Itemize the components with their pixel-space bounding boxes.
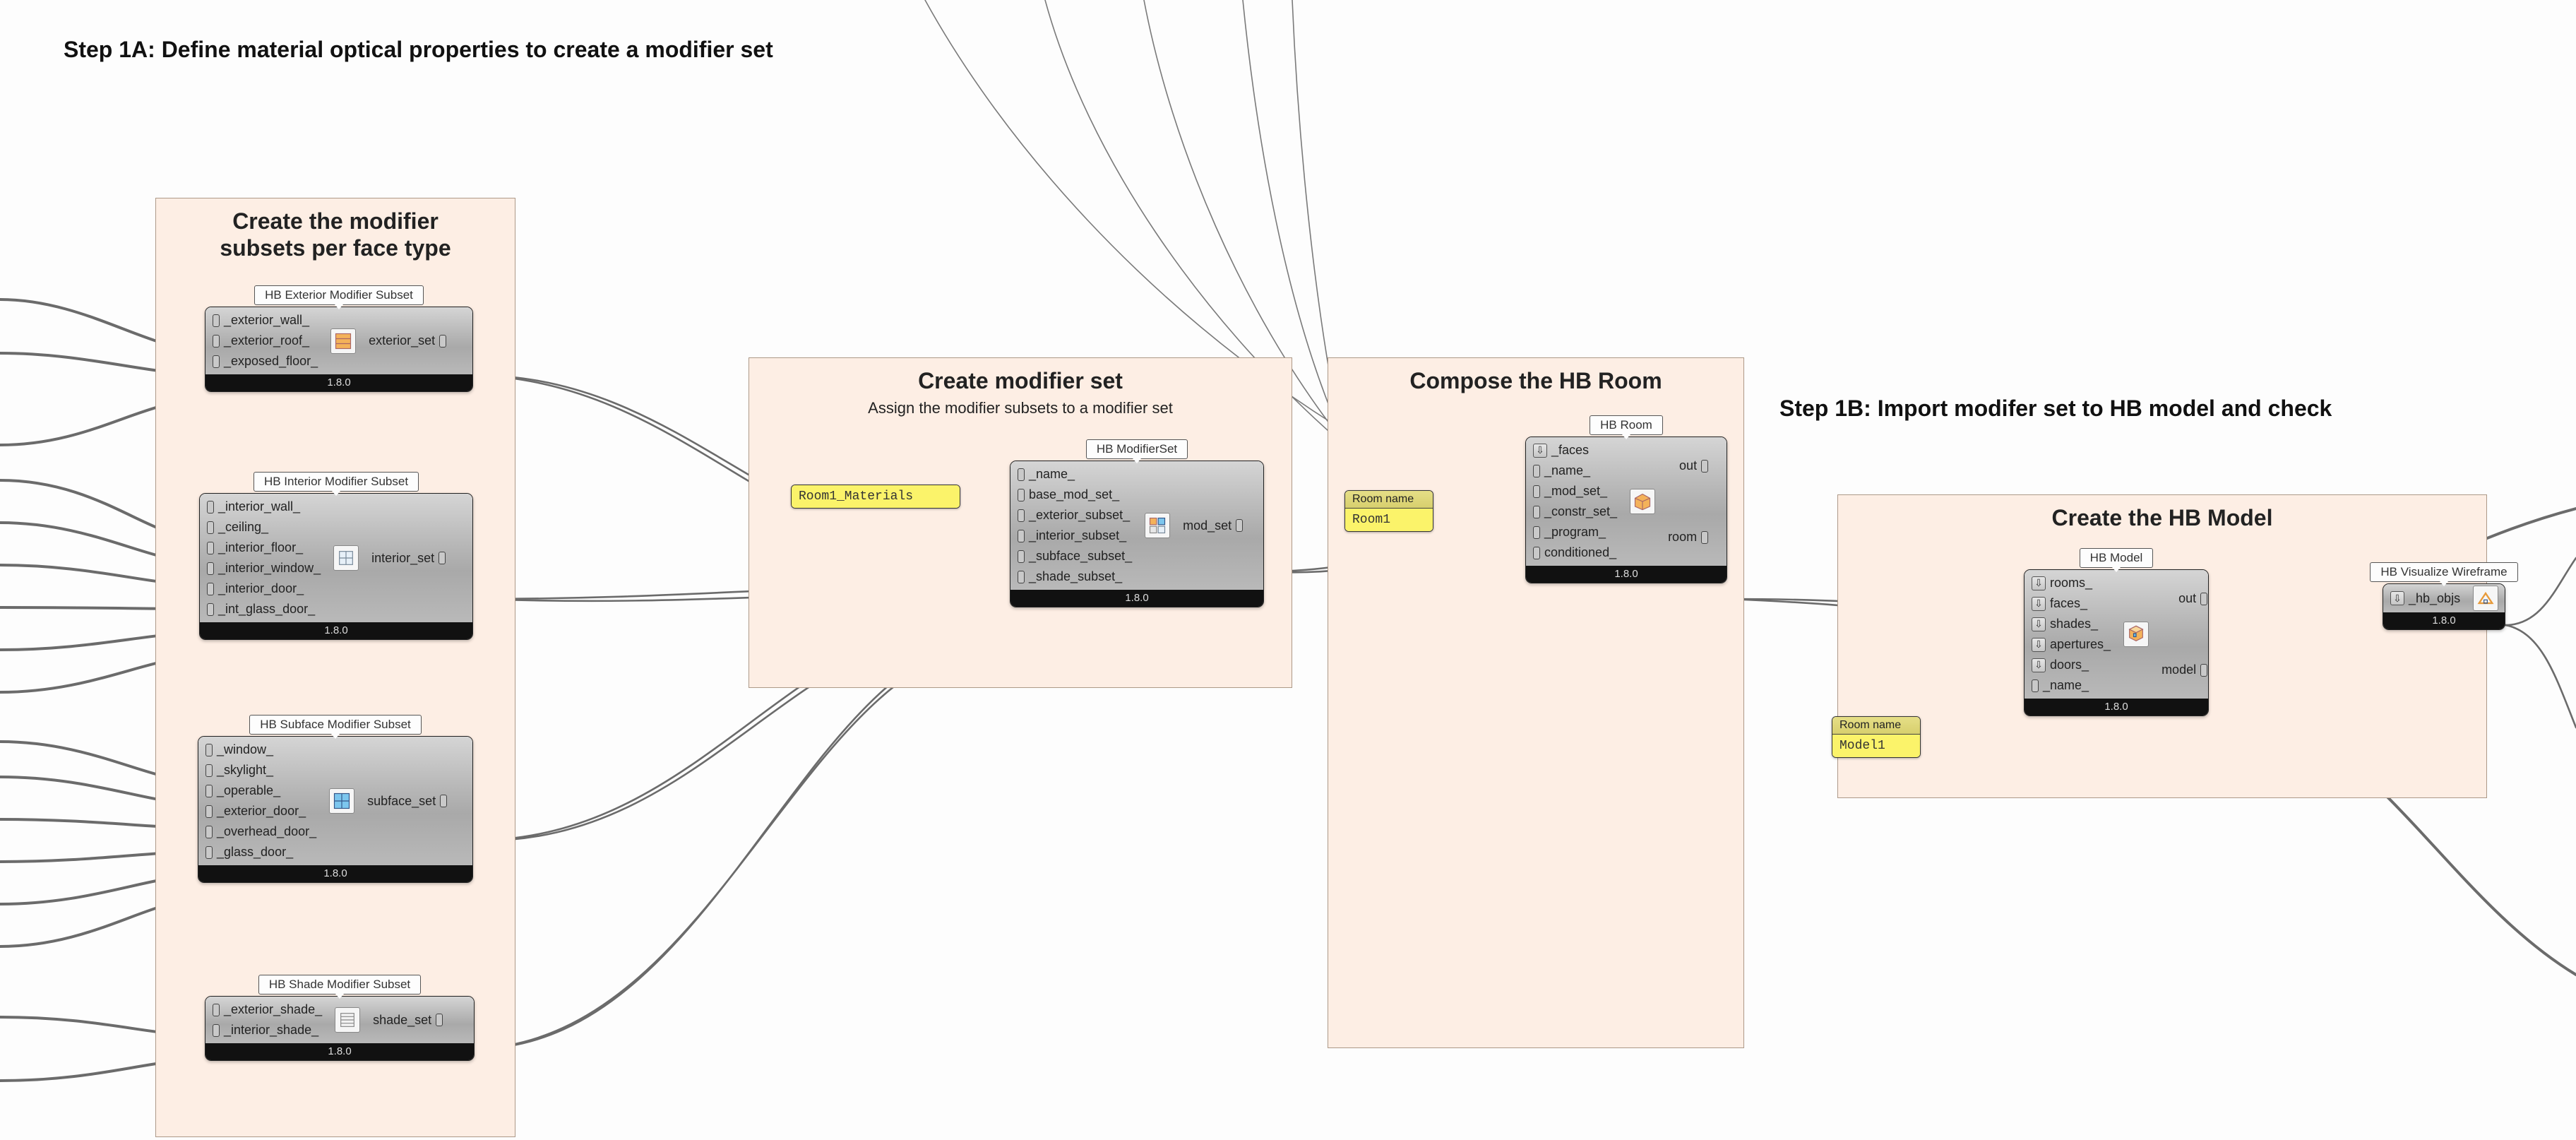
interior-subset-icon [333, 545, 359, 571]
panel-model-name[interactable]: Room name Model1 [1832, 716, 1921, 758]
port-subface-subset[interactable]: _subface_subset_ [1010, 546, 1139, 566]
port-interior-window[interactable]: _interior_window_ [200, 558, 328, 578]
hb-room-icon [1630, 489, 1655, 514]
port-exterior-roof[interactable]: _exterior_roof_ [205, 331, 316, 351]
port-interior-door[interactable]: _interior_door_ [200, 578, 311, 599]
port-model-rooms[interactable]: ⇩rooms_ [2025, 573, 2099, 593]
panel-model-name-body[interactable]: Model1 [1832, 735, 1920, 757]
port-room-name[interactable]: _name_ [1526, 461, 1597, 481]
component-hb-interior-modifier-subset[interactable]: HB Interior Modifier Subset _interior_wa… [199, 472, 473, 640]
hb-model-icon [2123, 622, 2149, 647]
port-mod-set-out[interactable]: mod_set [1176, 516, 1250, 536]
version-label: 1.8.0 [2025, 699, 2208, 716]
tag-hb-modifier-set: HB ModifierSet [1086, 439, 1188, 459]
modifier-set-icon [1145, 513, 1170, 538]
port-viz-geo[interactable]: geo [2504, 588, 2505, 609]
port-model-doors[interactable]: ⇩doors_ [2025, 655, 2096, 675]
port-room-room[interactable]: room [1661, 527, 1715, 547]
port-shade-set-out[interactable]: shade_set [366, 1010, 450, 1031]
version-label: 1.8.0 [2383, 612, 2505, 629]
version-label: 1.8.0 [1010, 590, 1263, 607]
tag-hb-model: HB Model [2080, 548, 2154, 568]
port-room-out[interactable]: out [1672, 456, 1715, 476]
tag-hb-room: HB Room [1590, 415, 1663, 435]
step1a-heading: Step 1A: Define material optical propert… [64, 37, 773, 63]
port-int-glass-door[interactable]: _int_glass_door_ [200, 599, 322, 619]
port-shade-subset[interactable]: _shade_subset_ [1010, 566, 1129, 587]
port-room-conditioned[interactable]: conditioned_ [1526, 542, 1623, 563]
component-hb-model[interactable]: HB Model ⇩rooms_ ⇩faces_ ⇩shades_ ⇩apert… [2024, 548, 2209, 716]
tag-hb-visualize-wireframe: HB Visualize Wireframe [2370, 562, 2517, 582]
port-exterior-door[interactable]: _exterior_door_ [198, 801, 313, 821]
port-exterior-shade[interactable]: _exterior_shade_ [205, 999, 329, 1020]
version-label: 1.8.0 [200, 622, 472, 639]
panel-room-name[interactable]: Room name Room1 [1344, 490, 1433, 532]
version-label: 1.8.0 [205, 1043, 474, 1060]
panel-room-name-body[interactable]: Room1 [1345, 509, 1433, 531]
port-exposed-floor[interactable]: _exposed_floor_ [205, 351, 325, 372]
port-exterior-wall[interactable]: _exterior_wall_ [205, 310, 316, 331]
port-viz-hb-objs[interactable]: ⇩_hb_objs [2383, 588, 2467, 609]
port-model-spacer [2200, 609, 2209, 660]
panel-room1-materials[interactable]: Room1_Materials [791, 485, 960, 509]
port-interior-wall[interactable]: _interior_wall_ [200, 497, 307, 517]
port-room-constr-set[interactable]: _constr_set_ [1526, 501, 1624, 522]
port-operable[interactable]: _operable_ [198, 780, 287, 801]
port-exterior-set-out[interactable]: exterior_set [362, 331, 453, 351]
component-hb-modifier-set[interactable]: HB ModifierSet _name_ base_mod_set_ _ext… [1010, 439, 1264, 607]
port-room-program[interactable]: _program_ [1526, 522, 1613, 542]
port-glass-door[interactable]: _glass_door_ [198, 842, 300, 862]
port-model-model[interactable]: model [2154, 660, 2209, 680]
port-model-out[interactable]: out [2171, 588, 2209, 609]
group-room-title: Compose the HB Room [1328, 358, 1743, 395]
port-skylight[interactable]: _skylight_ [198, 760, 280, 780]
exterior-subset-icon [330, 328, 356, 354]
port-room-spacer [1701, 476, 1715, 527]
port-model-name[interactable]: _name_ [2025, 675, 2096, 696]
subface-subset-icon [329, 788, 354, 814]
component-hb-exterior-modifier-subset[interactable]: HB Exterior Modifier Subset _exterior_wa… [205, 285, 473, 392]
tag-hb-shade-modifier-subset: HB Shade Modifier Subset [258, 975, 421, 994]
port-ceiling[interactable]: _ceiling_ [200, 517, 275, 538]
group-model-title: Create the HB Model [1838, 495, 2486, 532]
component-hb-subface-modifier-subset[interactable]: HB Subface Modifier Subset _window_ _sky… [198, 715, 473, 883]
panel-room-name-head: Room name [1345, 491, 1433, 509]
version-label: 1.8.0 [198, 865, 472, 882]
version-label: 1.8.0 [205, 374, 472, 391]
port-interior-subset[interactable]: _interior_subset_ [1010, 526, 1133, 546]
component-hb-room[interactable]: HB Room ⇩_faces _name_ _mod_set_ _constr… [1525, 415, 1727, 583]
port-model-apertures[interactable]: ⇩apertures_ [2025, 634, 2118, 655]
port-model-faces[interactable]: ⇩faces_ [2025, 593, 2094, 614]
shade-subset-icon [335, 1007, 360, 1033]
port-interior-floor[interactable]: _interior_floor_ [200, 538, 310, 558]
group-modset-subtitle: Assign the modifier subsets to a modifie… [749, 395, 1292, 417]
port-window[interactable]: _window_ [198, 740, 280, 760]
tag-hb-interior-modifier-subset: HB Interior Modifier Subset [254, 472, 419, 492]
port-base-mod-set[interactable]: base_mod_set_ [1010, 485, 1126, 505]
port-room-mod-set[interactable]: _mod_set_ [1526, 481, 1614, 501]
component-hb-shade-modifier-subset[interactable]: HB Shade Modifier Subset _exterior_shade… [205, 975, 475, 1061]
port-room-faces[interactable]: ⇩_faces [1526, 440, 1596, 461]
version-label: 1.8.0 [1526, 566, 1727, 583]
panel-model-name-head: Room name [1832, 717, 1920, 735]
step1b-heading: Step 1B: Import modifer set to HB model … [1779, 396, 2332, 422]
group-subsets-title-l2: subsets per face type [220, 235, 451, 261]
port-modset-name[interactable]: _name_ [1010, 464, 1082, 485]
port-interior-shade[interactable]: _interior_shade_ [205, 1020, 326, 1040]
component-hb-visualize-wireframe[interactable]: HB Visualize Wireframe ⇩_hb_objs geo 1.8… [2383, 562, 2505, 630]
panel-room1-materials-body[interactable]: Room1_Materials [792, 485, 960, 508]
port-model-shades[interactable]: ⇩shades_ [2025, 614, 2105, 634]
tag-hb-exterior-modifier-subset: HB Exterior Modifier Subset [254, 285, 424, 305]
group-subsets-title-l1: Create the modifier [232, 208, 439, 234]
tag-hb-subface-modifier-subset: HB Subface Modifier Subset [249, 715, 422, 735]
port-overhead-door[interactable]: _overhead_door_ [198, 821, 323, 842]
port-exterior-subset[interactable]: _exterior_subset_ [1010, 505, 1137, 526]
port-subface-set-out[interactable]: subface_set [360, 791, 454, 812]
group-modset-title: Create modifier set [749, 358, 1292, 395]
port-interior-set-out[interactable]: interior_set [364, 548, 453, 569]
viz-wireframe-icon [2473, 586, 2498, 611]
